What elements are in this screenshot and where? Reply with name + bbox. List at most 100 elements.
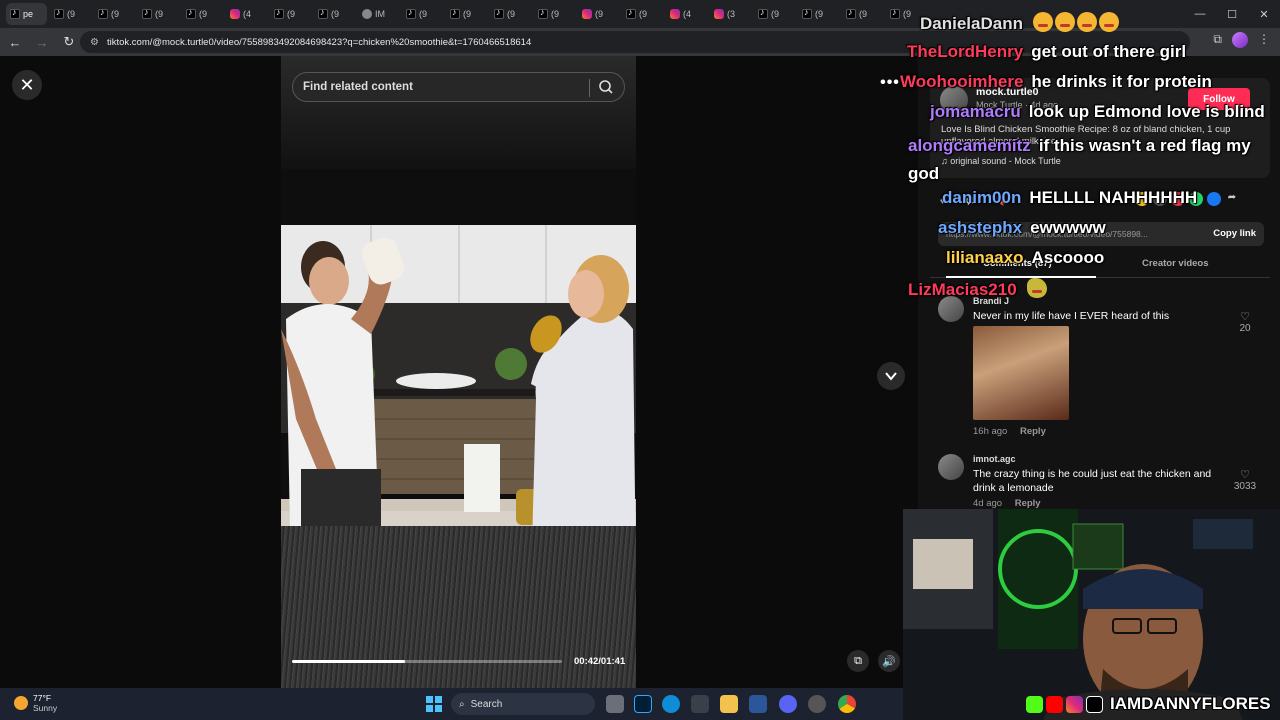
floating-player-icon[interactable]: ⧉ (847, 650, 869, 672)
video-player[interactable] (281, 56, 636, 688)
tiktok-icon (802, 7, 812, 19)
browser-tab[interactable]: (9 (402, 3, 443, 25)
store-icon[interactable] (691, 695, 709, 713)
video-scene (281, 225, 636, 582)
browser-tab[interactable]: (9 (50, 3, 91, 25)
chat-emote-icon (1032, 12, 1053, 32)
weather-text: 77°F Sunny (33, 693, 57, 713)
chat-message: alongcamemitz if this wasn't a red flag m… (908, 132, 1258, 188)
video-stage: ✕ Find related content ••• 00:42/01:41 ⧉… (0, 56, 918, 688)
tab-label: pe (23, 9, 34, 19)
browser-tab[interactable]: (4 (666, 3, 707, 25)
word-icon[interactable] (749, 695, 767, 713)
comment-like[interactable]: ♡ 3033 (1232, 468, 1258, 492)
tiktok-icon (890, 7, 900, 19)
reply-button[interactable]: Reply (1020, 426, 1046, 437)
chat-username: jomamacru (930, 102, 1021, 121)
browser-tab[interactable]: (9 (534, 3, 575, 25)
discord-icon[interactable] (779, 695, 797, 713)
instagram-icon (670, 9, 680, 19)
comment-user[interactable]: imnot.agc (973, 454, 1016, 464)
browser-tab[interactable]: pe (6, 3, 47, 25)
chat-text: HELLLL NAHHHHHH (1029, 188, 1198, 207)
start-icon[interactable] (426, 696, 442, 712)
tiktok-icon (626, 7, 636, 19)
time-readout: 00:42/01:41 (574, 656, 626, 667)
taskbar-search-label: Search (470, 698, 503, 710)
chat-username: TheLordHenry (907, 42, 1024, 61)
comment-like[interactable]: ♡ 20 (1232, 310, 1258, 334)
commenter-avatar[interactable] (938, 454, 964, 480)
taskbar-search[interactable]: ⌕ Search (451, 693, 595, 715)
browser-tab[interactable]: (9 (446, 3, 487, 25)
comment-time: 16h ago (973, 426, 1008, 437)
chrome-icon[interactable] (838, 695, 856, 713)
browser-tab[interactable]: (9 (622, 3, 663, 25)
browser-tab[interactable]: (9 (182, 3, 223, 25)
task-view-icon[interactable] (606, 695, 624, 713)
tab-label: (9 (199, 9, 208, 19)
tab-label: (4 (243, 9, 252, 19)
kick-icon (1026, 695, 1043, 713)
chat-message: danim00n HELLLL NAHHHHHH (942, 188, 1197, 208)
comment-text: Never in my life have I EVER heard of th… (973, 310, 1170, 322)
tab-label: (9 (287, 9, 296, 19)
edge-icon[interactable] (662, 695, 680, 713)
browser-tab[interactable]: (9 (578, 3, 619, 25)
search-icon[interactable] (598, 79, 614, 95)
browser-tab[interactable]: (9 (138, 3, 179, 25)
next-video-button[interactable] (877, 362, 905, 390)
chat-username: DanielaDann (920, 14, 1023, 33)
chat-text: get out of there girl (1031, 42, 1187, 61)
taskbar-search-icon: ⌕ (459, 698, 465, 710)
chat-emote-icon (1054, 12, 1075, 32)
tiktok-icon (142, 7, 152, 19)
browser-tab[interactable]: IM (358, 3, 399, 25)
tab-label: (4 (683, 9, 692, 19)
chat-text: he drinks it for protein (1031, 72, 1212, 91)
chat-emote-icon (1026, 278, 1047, 298)
browser-tab[interactable]: (9 (270, 3, 311, 25)
file-explorer-icon[interactable] (720, 695, 738, 713)
tiktok-icon (538, 7, 548, 19)
more-options-icon[interactable]: ••• (878, 74, 902, 96)
volume-icon[interactable]: 🔊 (878, 650, 900, 672)
social-bar: IAMDANNYFLORES (1026, 693, 1271, 715)
comment-gif[interactable] (973, 326, 1069, 420)
weather-widget[interactable]: 77°F Sunny (14, 693, 57, 713)
instagram-icon (1066, 695, 1083, 713)
progress-bar[interactable] (292, 660, 562, 663)
tab-label: (9 (463, 9, 472, 19)
browser-tab[interactable]: (9 (94, 3, 135, 25)
instagram-icon (714, 9, 724, 19)
browser-tab[interactable]: (9 (754, 3, 795, 25)
tiktok-icon (10, 7, 20, 19)
browser-tab[interactable]: (9 (314, 3, 355, 25)
forward-icon[interactable]: → (30, 30, 54, 54)
related-search-input[interactable]: Find related content (292, 72, 625, 102)
heart-icon: ♡ (1240, 311, 1250, 323)
site-info-icon[interactable]: ⚙ (90, 37, 99, 48)
heart-icon: ♡ (1240, 469, 1250, 481)
app-icon[interactable] (808, 695, 826, 713)
back-icon[interactable]: ← (3, 30, 27, 54)
tab-label: (9 (155, 9, 164, 19)
browser-tab[interactable]: (9 (798, 3, 839, 25)
tab-list: pe (9 (9 (9 (9 (4 (9 (9 IM (9 (9 (9 (9 (9 (9 (4 (3 (9 (9 (9… (6, 3, 927, 25)
reload-icon[interactable]: ↻ (57, 30, 81, 54)
tiktok-icon (758, 7, 768, 19)
tab-label: (9 (595, 9, 604, 19)
browser-tab[interactable]: (4 (226, 3, 267, 25)
browser-tab[interactable]: (3 (710, 3, 751, 25)
chat-message: jomamacru look up Edmond love is blind (930, 102, 1265, 122)
close-video-button[interactable]: ✕ (12, 70, 42, 100)
browser-tab[interactable]: (9 (842, 3, 883, 25)
webcam-feed (903, 509, 1280, 720)
tiktok-icon (274, 7, 284, 19)
reply-button[interactable]: Reply (1015, 498, 1041, 509)
chat-username: alongcamemitz (908, 136, 1031, 155)
instagram-icon (230, 9, 240, 19)
browser-tab[interactable]: (9 (490, 3, 531, 25)
photoshop-icon[interactable] (634, 695, 652, 713)
chat-emote-icon (1098, 12, 1119, 32)
